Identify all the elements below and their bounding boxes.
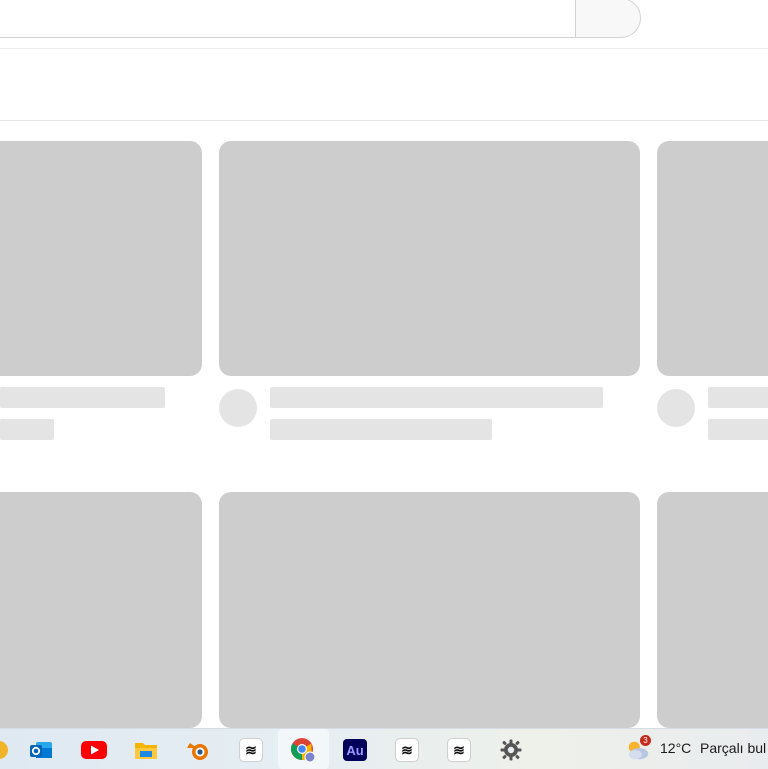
search-button[interactable] bbox=[575, 0, 641, 38]
file-explorer-icon[interactable] bbox=[133, 737, 159, 763]
capcut-icon[interactable]: ≋ bbox=[394, 737, 420, 763]
settings-icon[interactable] bbox=[498, 737, 524, 763]
video-meta-placeholder bbox=[0, 419, 54, 440]
chrome-icon[interactable] bbox=[290, 737, 316, 763]
channel-avatar-placeholder bbox=[219, 389, 257, 427]
video-thumbnail-placeholder[interactable] bbox=[0, 492, 202, 728]
header-divider bbox=[0, 48, 768, 49]
video-title-placeholder bbox=[270, 387, 603, 408]
weather-alert-badge: 3 bbox=[640, 735, 651, 746]
video-meta-placeholder bbox=[270, 419, 492, 440]
partial-app-icon[interactable] bbox=[0, 737, 12, 763]
search-input[interactable] bbox=[0, 0, 575, 38]
capcut-icon[interactable]: ≋ bbox=[446, 737, 472, 763]
chips-divider bbox=[0, 120, 768, 121]
video-thumbnail-placeholder[interactable] bbox=[219, 492, 640, 728]
taskbar: ≋ Au ≋ ≋ 3 12°C Parçalı bul bbox=[0, 728, 768, 769]
video-thumbnail-placeholder[interactable] bbox=[0, 141, 202, 376]
weather-condition[interactable]: Parçalı bul bbox=[700, 740, 766, 756]
weather-temperature[interactable]: 12°C bbox=[660, 740, 691, 756]
video-thumbnail-placeholder[interactable] bbox=[657, 492, 768, 728]
audition-icon[interactable]: Au bbox=[342, 737, 368, 763]
video-meta-placeholder bbox=[708, 419, 768, 440]
channel-avatar-placeholder bbox=[657, 389, 695, 427]
video-title-placeholder bbox=[708, 387, 768, 408]
audition-label: Au bbox=[343, 739, 367, 761]
capcut-icon[interactable]: ≋ bbox=[238, 737, 264, 763]
blender-icon[interactable] bbox=[185, 737, 211, 763]
video-thumbnail-placeholder[interactable] bbox=[219, 141, 640, 376]
youtube-icon[interactable] bbox=[81, 737, 107, 763]
outlook-icon[interactable] bbox=[28, 737, 54, 763]
video-thumbnail-placeholder[interactable] bbox=[657, 141, 768, 376]
video-title-placeholder bbox=[0, 387, 165, 408]
